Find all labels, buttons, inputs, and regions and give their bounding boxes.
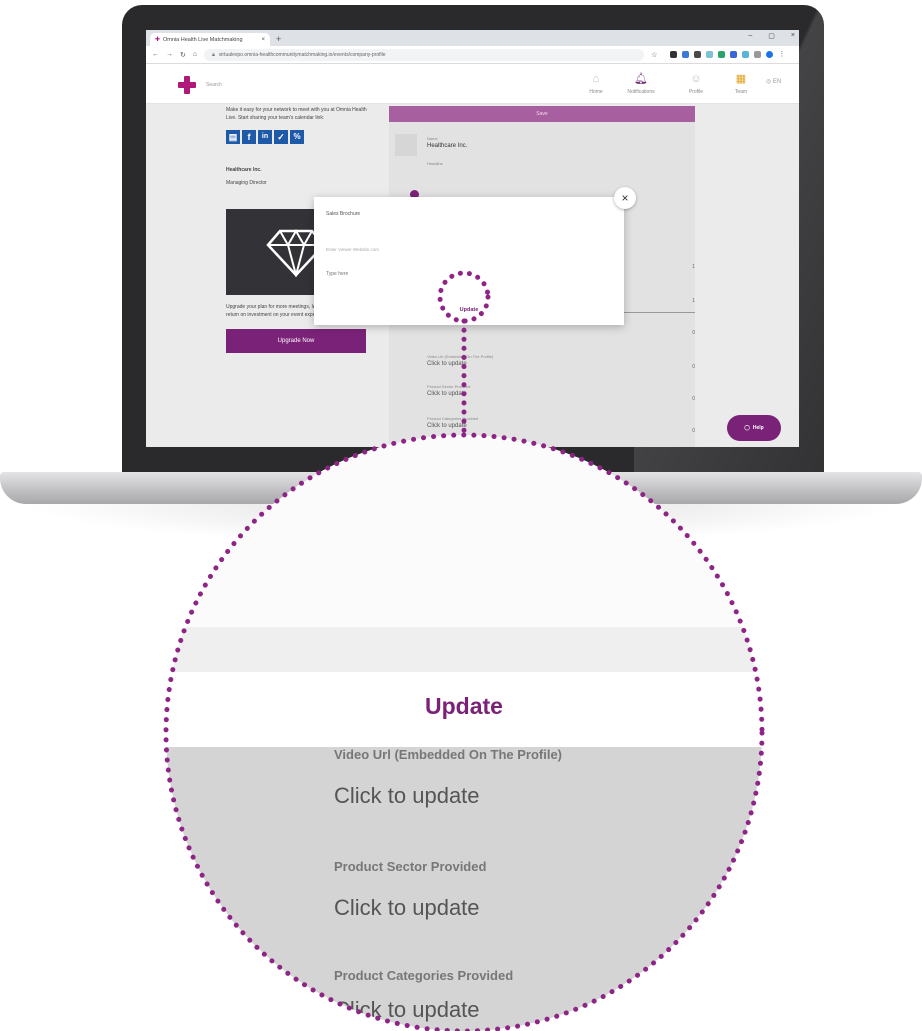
- zoom-dotted-outline: [163, 432, 765, 1031]
- zoom-indicator-overlay: [163, 270, 765, 1031]
- page: ✚ Omnia Health Live Matchmaking × + – ▢ …: [0, 0, 922, 1031]
- zoom-source-dotted-circle: [437, 270, 491, 324]
